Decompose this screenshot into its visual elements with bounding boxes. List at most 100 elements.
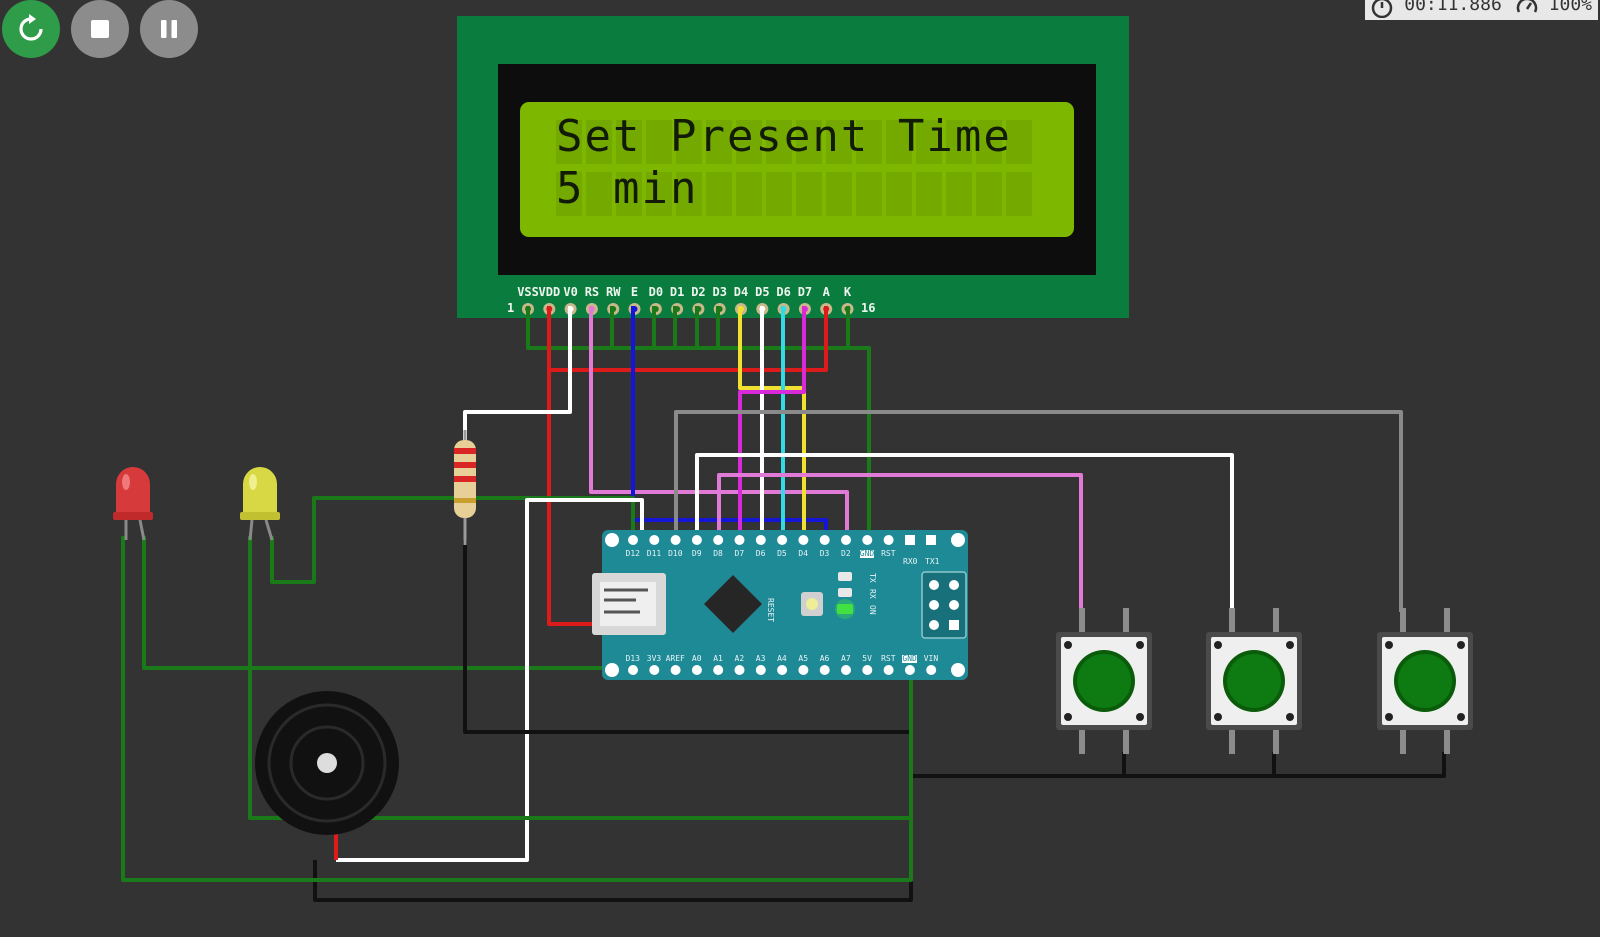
wire-v0 xyxy=(463,306,572,440)
nano-bottom-pin-label: A7 xyxy=(841,654,851,663)
nano-bottom-pin[interactable] xyxy=(734,665,745,675)
button-leg xyxy=(1229,608,1235,634)
nano-top-pin[interactable] xyxy=(734,535,745,545)
nano-top-pin[interactable] xyxy=(862,535,873,545)
nano-top-pin-label: D8 xyxy=(713,549,723,558)
button-leg xyxy=(1400,608,1406,634)
nano-bottom-pin[interactable] xyxy=(883,665,894,675)
nano-top-pin[interactable] xyxy=(670,535,681,545)
nano-bottom-pin-label: A3 xyxy=(755,654,766,663)
usb-connector xyxy=(592,573,666,635)
lcd-pin-label: D7 xyxy=(797,285,813,299)
lcd-pin-label: A xyxy=(822,285,830,299)
lcd-pin-label: D0 xyxy=(648,285,664,299)
nano-top-pin[interactable] xyxy=(841,535,851,545)
nano-top-pin[interactable] xyxy=(883,535,894,545)
nano-bottom-pin[interactable] xyxy=(628,665,638,675)
nano-bottom-pin[interactable] xyxy=(926,665,937,675)
button-cap xyxy=(1227,654,1281,708)
lcd-cell xyxy=(706,172,732,216)
nano-top-pin[interactable] xyxy=(649,535,660,545)
lcd-cell xyxy=(826,172,852,216)
nano-top-pin[interactable] xyxy=(798,535,809,545)
button-screw xyxy=(1136,713,1144,721)
nano-bottom-pin-label: D13 xyxy=(625,654,640,663)
lcd-cell xyxy=(916,172,942,216)
nano-led-label: TX xyxy=(868,573,877,583)
wire-yellow-led xyxy=(270,496,635,584)
nano-bottom-pin[interactable] xyxy=(649,665,660,675)
nano-top-pin-label: D3 xyxy=(819,549,830,558)
nano-bottom-pin[interactable] xyxy=(713,665,724,675)
nano-bottom-pin[interactable] xyxy=(670,665,681,675)
lcd-pin-label: VSS xyxy=(517,285,539,299)
button-leg xyxy=(1444,728,1450,754)
nano-top-pin[interactable] xyxy=(819,535,830,545)
push-button-2[interactable] xyxy=(1206,608,1302,754)
buzzer[interactable] xyxy=(255,691,399,835)
nano-bottom-pin-label: A0 xyxy=(691,654,702,663)
button-leg xyxy=(1444,608,1450,634)
nano-top-pin-label: RST xyxy=(881,549,896,558)
nano-bottom-pin[interactable] xyxy=(798,665,809,675)
lcd-cell xyxy=(856,172,882,216)
button-leg xyxy=(1123,728,1129,754)
lcd-line-1: Set Present Time xyxy=(556,111,1012,162)
wire-d4 xyxy=(738,306,806,540)
push-button-1[interactable] xyxy=(1056,608,1152,754)
button-leg xyxy=(1400,728,1406,754)
nano-bottom-pin[interactable] xyxy=(777,665,788,675)
nano-top-pin[interactable] xyxy=(691,535,702,545)
resistor[interactable] xyxy=(454,430,476,545)
lcd-cell xyxy=(886,172,912,216)
nano-bottom-pin-label: A5 xyxy=(798,654,809,663)
nano-bottom-pin-label: AREF xyxy=(665,654,685,663)
push-button-3[interactable] xyxy=(1377,608,1473,754)
wire-e xyxy=(631,306,828,540)
lcd-cell xyxy=(976,172,1002,216)
nano-bottom-pin-label: 3V3 xyxy=(646,654,662,663)
lcd-pin-last-label: 16 xyxy=(861,301,876,315)
nano-bottom-pins xyxy=(628,665,937,675)
nano-bottom-pin[interactable] xyxy=(819,665,830,675)
nano-bottom-pin[interactable] xyxy=(755,665,766,675)
nano-top-pin[interactable] xyxy=(926,535,936,545)
nano-top-pin[interactable] xyxy=(755,535,766,545)
nano-top-pin-label: D7 xyxy=(734,549,745,558)
nano-bottom-pin[interactable] xyxy=(862,665,873,675)
lcd-pin-label: D3 xyxy=(712,285,727,299)
nano-top-pin-label: D9 xyxy=(691,549,702,558)
nano-bottom-pin[interactable] xyxy=(841,665,851,675)
lcd-pin-label: K xyxy=(843,285,852,299)
lcd-pin-label: VDD xyxy=(538,285,561,299)
nano-top-pin-label: GND xyxy=(859,549,875,558)
lcd-cell xyxy=(1006,172,1032,216)
button-screw xyxy=(1286,641,1294,649)
button-screw xyxy=(1064,641,1072,649)
nano-bottom-pin-label: VIN xyxy=(923,654,939,663)
nano-top-pin-label: D11 xyxy=(646,549,662,558)
button-leg xyxy=(1273,608,1279,634)
lcd-pin-label: D5 xyxy=(755,285,770,299)
nano-top-pin[interactable] xyxy=(777,535,788,545)
button-leg xyxy=(1123,608,1129,634)
nano-top-pin[interactable] xyxy=(713,535,724,545)
nano-top-pin-label: RX0 xyxy=(903,557,918,566)
button-screw xyxy=(1286,713,1294,721)
nano-top-pin-label: D6 xyxy=(755,549,766,558)
yellow-led[interactable] xyxy=(240,467,280,541)
lcd-cell xyxy=(946,172,972,216)
nano-bottom-pin[interactable] xyxy=(691,665,702,675)
nano-top-pin-label: D12 xyxy=(625,549,640,558)
lcd-pin-label: E xyxy=(630,285,639,299)
wire-d7 xyxy=(738,306,806,540)
nano-bottom-pin-label: RST xyxy=(881,654,896,663)
button-cap xyxy=(1398,654,1452,708)
nano-bottom-pin[interactable] xyxy=(904,665,915,675)
nano-top-pin[interactable] xyxy=(905,535,915,545)
button-screw xyxy=(1385,641,1393,649)
red-led[interactable] xyxy=(113,467,153,541)
nano-top-pin[interactable] xyxy=(628,535,638,545)
button-screw xyxy=(1136,641,1144,649)
nano-bottom-pin-label: A1 xyxy=(713,654,723,663)
